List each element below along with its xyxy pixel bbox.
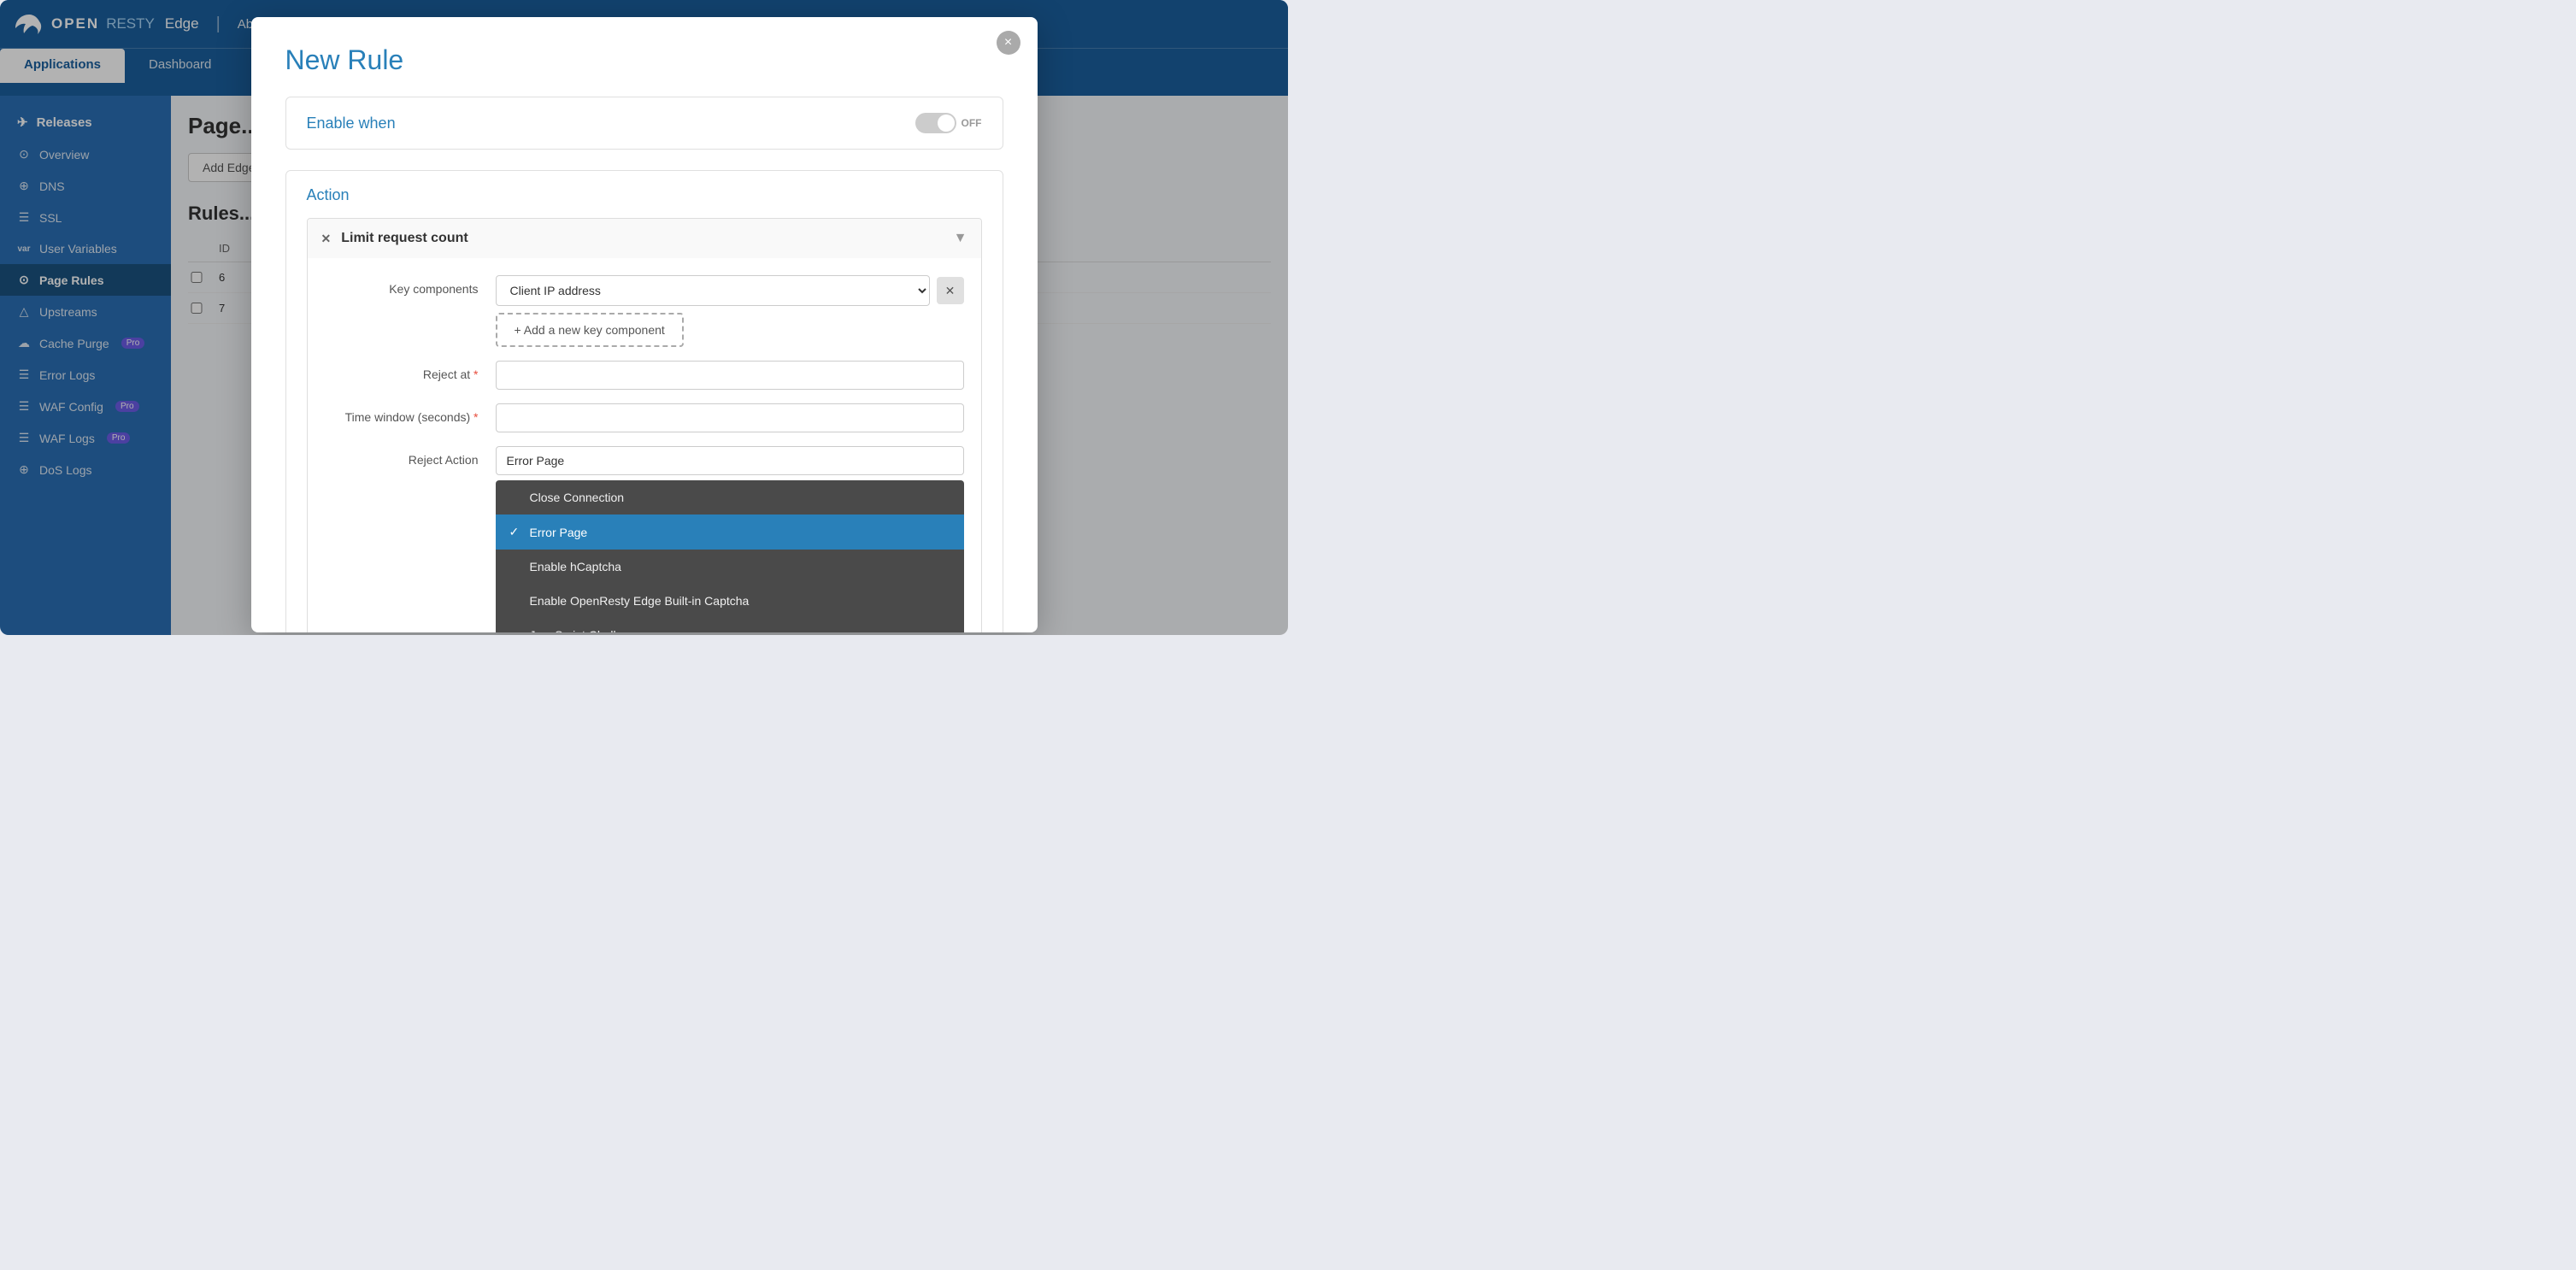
time-window-label: Time window (seconds) * [325,403,479,424]
reject-at-row: Reject at * [325,361,964,390]
modal-close-button[interactable]: × [997,31,1020,55]
reject-action-label: Reject Action [325,446,479,467]
action-label: Action [307,186,982,204]
dropdown-item-openresty-captcha[interactable]: Enable OpenResty Edge Built-in Captcha [496,584,964,618]
enable-when-section: Enable when OFF [285,97,1003,150]
rule-item: ✕ Limit request count ▼ Key components C… [307,218,982,632]
toggle-track[interactable] [915,113,956,133]
modal-overlay: × New Rule Enable when OFF Action ✕ [0,0,1288,635]
toggle-thumb [938,115,955,132]
reject-at-control [496,361,964,390]
key-components-label: Key components [325,275,479,296]
rule-remove-button[interactable]: ✕ [321,232,332,246]
rule-title: Limit request count [341,231,943,246]
add-key-button[interactable]: + Add a new key component [496,313,684,347]
rule-body: Key components Client IP address ✕ + Add… [308,258,981,632]
reject-at-input[interactable] [496,361,964,390]
toggle-state-label: OFF [962,117,982,129]
reject-at-label: Reject at * [325,361,479,381]
reject-action-control: Close Connection ✓ Error Page Enable hCa… [496,446,964,475]
reject-action-input[interactable] [496,446,964,475]
dropdown-label: JavaScript Challenge [530,628,643,632]
modal-title: New Rule [285,44,1003,76]
time-window-required: * [470,410,478,424]
dropdown-label: Error Page [530,526,588,539]
key-comp-row: Client IP address ✕ [496,275,964,306]
time-window-control [496,403,964,432]
enable-when-label: Enable when [307,115,396,132]
key-comp-select[interactable]: Client IP address [496,275,930,306]
enable-when-toggle[interactable]: OFF [915,113,982,133]
rule-expand-icon[interactable]: ▼ [954,231,967,246]
dropdown-label: Close Connection [530,491,625,504]
time-window-row: Time window (seconds) * [325,403,964,432]
modal: × New Rule Enable when OFF Action ✕ [251,17,1038,632]
action-section: Action ✕ Limit request count ▼ Key compo… [285,170,1003,632]
dropdown-item-error-page[interactable]: ✓ Error Page [496,514,964,550]
key-comp-remove-button[interactable]: ✕ [937,277,964,304]
dropdown-label: Enable hCaptcha [530,560,621,573]
app-wrapper: OPEN RESTY Edge | About Li... Applicatio… [0,0,1288,635]
dropdown-label: Enable OpenResty Edge Built-in Captcha [530,594,750,608]
rule-header: ✕ Limit request count ▼ [308,219,981,258]
reject-action-row: Reject Action Close Connection [325,446,964,475]
dropdown-item-js-challenge[interactable]: JavaScript Challenge [496,618,964,632]
time-window-input[interactable] [496,403,964,432]
reject-at-required: * [470,367,478,381]
key-components-row: Key components Client IP address ✕ + Add… [325,275,964,347]
dropdown-item-close-connection[interactable]: Close Connection [496,480,964,514]
dropdown-item-hcaptcha[interactable]: Enable hCaptcha [496,550,964,584]
key-components-control: Client IP address ✕ + Add a new key comp… [496,275,964,347]
check-icon-selected: ✓ [509,525,523,539]
reject-action-dropdown: Close Connection ✓ Error Page Enable hCa… [496,480,964,632]
